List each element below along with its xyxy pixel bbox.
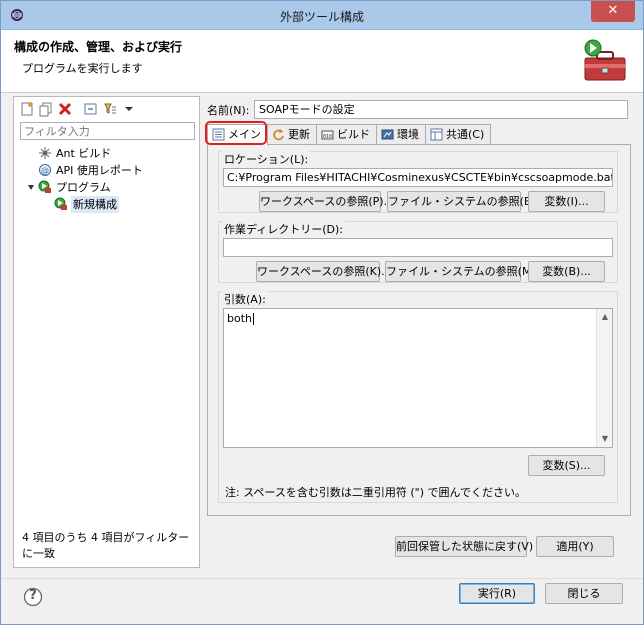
tree-item-ant-build[interactable]: Ant ビルド	[14, 145, 199, 162]
window-title: 外部ツール構成	[279, 10, 364, 24]
close-button[interactable]: 閉じる	[545, 583, 623, 604]
window-close-button[interactable]: ✕	[591, 1, 635, 22]
arguments-note: 注: スペースを含む引数は二重引用符 (") で囲んでください。	[225, 486, 526, 499]
location-workspace-button[interactable]: ワークスペースの参照(P)...	[259, 191, 394, 212]
location-label: ロケーション(L):	[222, 151, 311, 167]
tree-item-label: API 使用レポート	[56, 164, 143, 177]
tree-expanded-icon[interactable]	[26, 180, 36, 194]
arguments-value: both	[227, 312, 252, 325]
tab-label: 共通(C)	[446, 128, 485, 141]
apply-button[interactable]: 適用(Y)	[536, 536, 614, 557]
tree-item-program[interactable]: プログラム	[14, 179, 199, 196]
duplicate-icon[interactable]	[38, 101, 54, 117]
filter-input[interactable]	[20, 122, 195, 140]
arguments-group: 引数(A): both ▲ ▼ 変数(S)... 注: スペースを含む引数は二重…	[218, 291, 618, 503]
working-directory-field[interactable]	[223, 238, 613, 257]
tab-label: 環境	[397, 128, 419, 141]
location-field[interactable]: C:¥Program Files¥HITACHI¥Cosminexus¥CSCT…	[223, 168, 613, 187]
help-glyph: ?	[29, 588, 37, 603]
main-tab-content: ロケーション(L): C:¥Program Files¥HITACHI¥Cosm…	[207, 144, 631, 516]
common-tab-icon	[430, 128, 443, 141]
tree-item-label: 新規構成	[71, 196, 119, 213]
location-filesystem-button[interactable]: ファイル・システムの参照(E)...	[387, 191, 546, 212]
configuration-list-panel: Ant ビルド @ API 使用レポート プログラム	[13, 96, 200, 568]
filter-status: 4 項目のうち 4 項目がフィルターに一致	[22, 531, 190, 560]
chevron-down-icon[interactable]	[121, 101, 137, 117]
working-directory-group: 作業ディレクトリー(D): ワークスペースの参照(K)... ファイル・システム…	[218, 221, 618, 283]
new-config-icon	[54, 197, 67, 210]
arguments-textarea[interactable]: both ▲ ▼	[223, 308, 613, 448]
tree-item-label: プログラム	[56, 181, 111, 194]
header-subtitle: プログラムを実行します	[22, 62, 143, 75]
location-group: ロケーション(L): C:¥Program Files¥HITACHI¥Cosm…	[218, 151, 618, 213]
run-button[interactable]: 実行(R)	[459, 583, 535, 604]
workdir-workspace-button[interactable]: ワークスペースの参照(K)...	[256, 261, 392, 282]
refresh-tab-icon	[273, 129, 284, 141]
new-config-icon[interactable]	[19, 101, 35, 117]
working-directory-label: 作業ディレクトリー(D):	[222, 221, 345, 237]
arguments-label: 引数(A):	[222, 291, 268, 307]
environment-tab-icon	[381, 129, 394, 140]
scroll-down-icon[interactable]: ▼	[597, 431, 613, 447]
name-label: 名前(N):	[207, 104, 250, 117]
tab-build[interactable]: 010 ビルド	[316, 124, 377, 144]
dialog-footer: ? 実行(R) 閉じる	[1, 578, 643, 624]
delete-icon[interactable]	[57, 101, 73, 117]
toolbox-run-icon	[584, 39, 626, 81]
arguments-variables-button[interactable]: 変数(S)...	[528, 455, 605, 476]
tree-item-new-config[interactable]: 新規構成	[14, 196, 199, 213]
location-variables-button[interactable]: 変数(I)...	[528, 191, 605, 212]
config-tabs: メイン 更新 010 ビルド 環境 共通(C)	[207, 124, 492, 145]
tab-label: 更新	[288, 128, 310, 141]
program-icon	[38, 180, 51, 193]
tab-main[interactable]: メイン	[207, 124, 268, 145]
arguments-scrollbar[interactable]: ▲ ▼	[596, 309, 612, 447]
workdir-variables-button[interactable]: 変数(B)...	[528, 261, 605, 282]
left-toolbar	[19, 100, 137, 118]
header-title: 構成の作成、管理、および実行	[14, 40, 183, 54]
tree-item-label: Ant ビルド	[56, 147, 112, 160]
tree-item-api-report[interactable]: @ API 使用レポート	[14, 162, 199, 179]
svg-text:@: @	[41, 166, 49, 175]
tab-label: メイン	[228, 128, 261, 141]
main-tab-icon	[212, 128, 225, 141]
workdir-filesystem-button[interactable]: ファイル・システムの参照(M)...	[385, 261, 546, 282]
dialog-header: 構成の作成、管理、および実行 プログラムを実行します	[1, 30, 643, 93]
revert-button[interactable]: 前回保管した状態に戻す(V)	[395, 536, 533, 557]
text-cursor	[253, 313, 254, 325]
svg-text:010: 010	[323, 134, 332, 140]
external-tools-dialog: 外部ツール構成 ✕ 構成の作成、管理、および実行 プログラムを実行します フィル…	[0, 0, 644, 625]
filter-icon[interactable]	[102, 101, 118, 117]
tab-label: ビルド	[337, 128, 370, 141]
tab-environment[interactable]: 環境	[376, 124, 426, 144]
configuration-editor: 名前(N): SOAPモードの設定 メイン 更新 010 ビルド 環境 共通(C…	[205, 96, 633, 568]
ant-icon	[39, 147, 51, 159]
scroll-up-icon[interactable]: ▲	[597, 309, 613, 325]
name-field[interactable]: SOAPモードの設定	[254, 100, 628, 119]
collapse-all-icon[interactable]	[83, 101, 99, 117]
title-bar[interactable]: 外部ツール構成 ✕	[1, 1, 643, 30]
api-report-icon: @	[39, 164, 51, 176]
tab-refresh[interactable]: 更新	[267, 124, 317, 144]
config-tree: Ant ビルド @ API 使用レポート プログラム 新規構成	[14, 145, 199, 213]
build-tab-icon: 010	[321, 130, 334, 140]
tab-common[interactable]: 共通(C)	[425, 124, 492, 144]
